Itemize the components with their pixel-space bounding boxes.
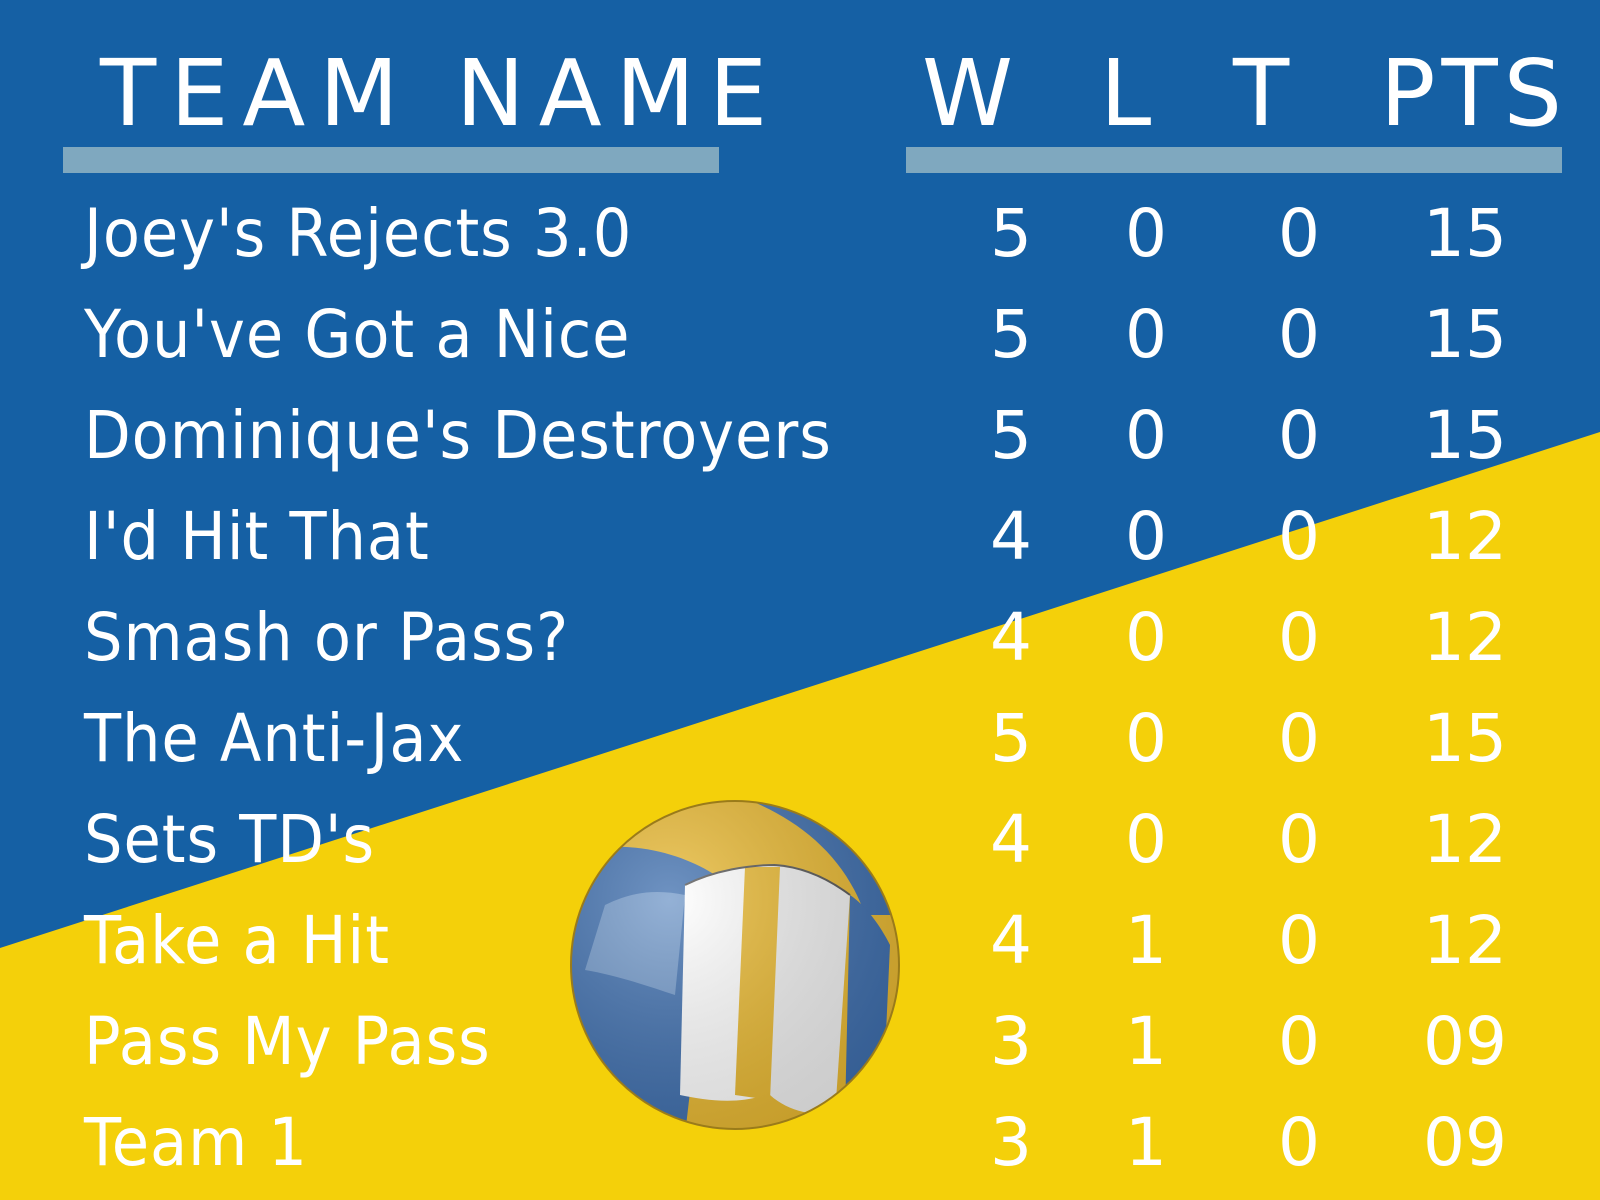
table-row: Dominique's Destroyers 5 0 0 15 (0, 386, 1600, 486)
wins-cell: 5 (990, 397, 1032, 474)
losses-cell: 1 (1125, 1003, 1167, 1080)
stats-rule (906, 147, 1562, 173)
points-cell: 12 (1423, 801, 1507, 878)
points-cell: 15 (1423, 700, 1507, 777)
wins-cell: 4 (990, 599, 1032, 676)
points-header: PTS (1380, 40, 1569, 147)
losses-header: L (1100, 40, 1152, 147)
team-name-cell: Dominique's Destroyers (84, 397, 832, 474)
wins-cell: 4 (990, 801, 1032, 878)
team-name-cell: Joey's Rejects 3.0 (84, 195, 633, 272)
ties-cell: 0 (1278, 700, 1320, 777)
points-cell: 12 (1423, 902, 1507, 979)
team-name-rule (63, 147, 719, 173)
volleyball-icon (570, 800, 900, 1130)
wins-cell: 3 (990, 1003, 1032, 1080)
table-row: Joey's Rejects 3.0 5 0 0 15 (0, 184, 1600, 284)
ties-cell: 0 (1278, 599, 1320, 676)
wins-cell: 3 (990, 1104, 1032, 1181)
ties-cell: 0 (1278, 801, 1320, 878)
ties-cell: 0 (1278, 296, 1320, 373)
team-name-cell: Smash or Pass? (84, 599, 570, 676)
table-row: You've Got a Nice 5 0 0 15 (0, 285, 1600, 385)
losses-cell: 0 (1125, 700, 1167, 777)
ties-cell: 0 (1278, 1104, 1320, 1181)
losses-cell: 0 (1125, 195, 1167, 272)
points-cell: 15 (1423, 195, 1507, 272)
points-cell: 12 (1423, 599, 1507, 676)
losses-cell: 0 (1125, 801, 1167, 878)
team-name-cell: Take a Hit (84, 902, 390, 979)
team-name-cell: Pass My Pass (84, 1003, 491, 1080)
wins-cell: 4 (990, 498, 1032, 575)
points-cell: 09 (1423, 1104, 1507, 1181)
team-name-cell: Sets TD's (84, 801, 376, 878)
losses-cell: 0 (1125, 397, 1167, 474)
points-cell: 15 (1423, 397, 1507, 474)
losses-cell: 0 (1125, 599, 1167, 676)
ties-cell: 0 (1278, 498, 1320, 575)
losses-cell: 1 (1125, 902, 1167, 979)
wins-cell: 4 (990, 902, 1032, 979)
table-row: Smash or Pass? 4 0 0 12 (0, 588, 1600, 688)
points-cell: 09 (1423, 1003, 1507, 1080)
wins-cell: 5 (990, 195, 1032, 272)
losses-cell: 0 (1125, 498, 1167, 575)
wins-cell: 5 (990, 296, 1032, 373)
wins-header: W (922, 40, 1013, 147)
team-name-cell: Team 1 (84, 1104, 308, 1181)
points-cell: 12 (1423, 498, 1507, 575)
wins-cell: 5 (990, 700, 1032, 777)
team-name-cell: The Anti-Jax (84, 700, 465, 777)
losses-cell: 1 (1125, 1104, 1167, 1181)
points-cell: 15 (1423, 296, 1507, 373)
ties-header: T (1233, 40, 1290, 147)
table-row: The Anti-Jax 5 0 0 15 (0, 689, 1600, 789)
team-name-cell: You've Got a Nice (84, 296, 631, 373)
ties-cell: 0 (1278, 902, 1320, 979)
team-name-header: TEAM NAME (100, 40, 782, 147)
ties-cell: 0 (1278, 1003, 1320, 1080)
losses-cell: 0 (1125, 296, 1167, 373)
ties-cell: 0 (1278, 195, 1320, 272)
team-name-cell: I'd Hit That (84, 498, 430, 575)
table-row: I'd Hit That 4 0 0 12 (0, 487, 1600, 587)
ties-cell: 0 (1278, 397, 1320, 474)
